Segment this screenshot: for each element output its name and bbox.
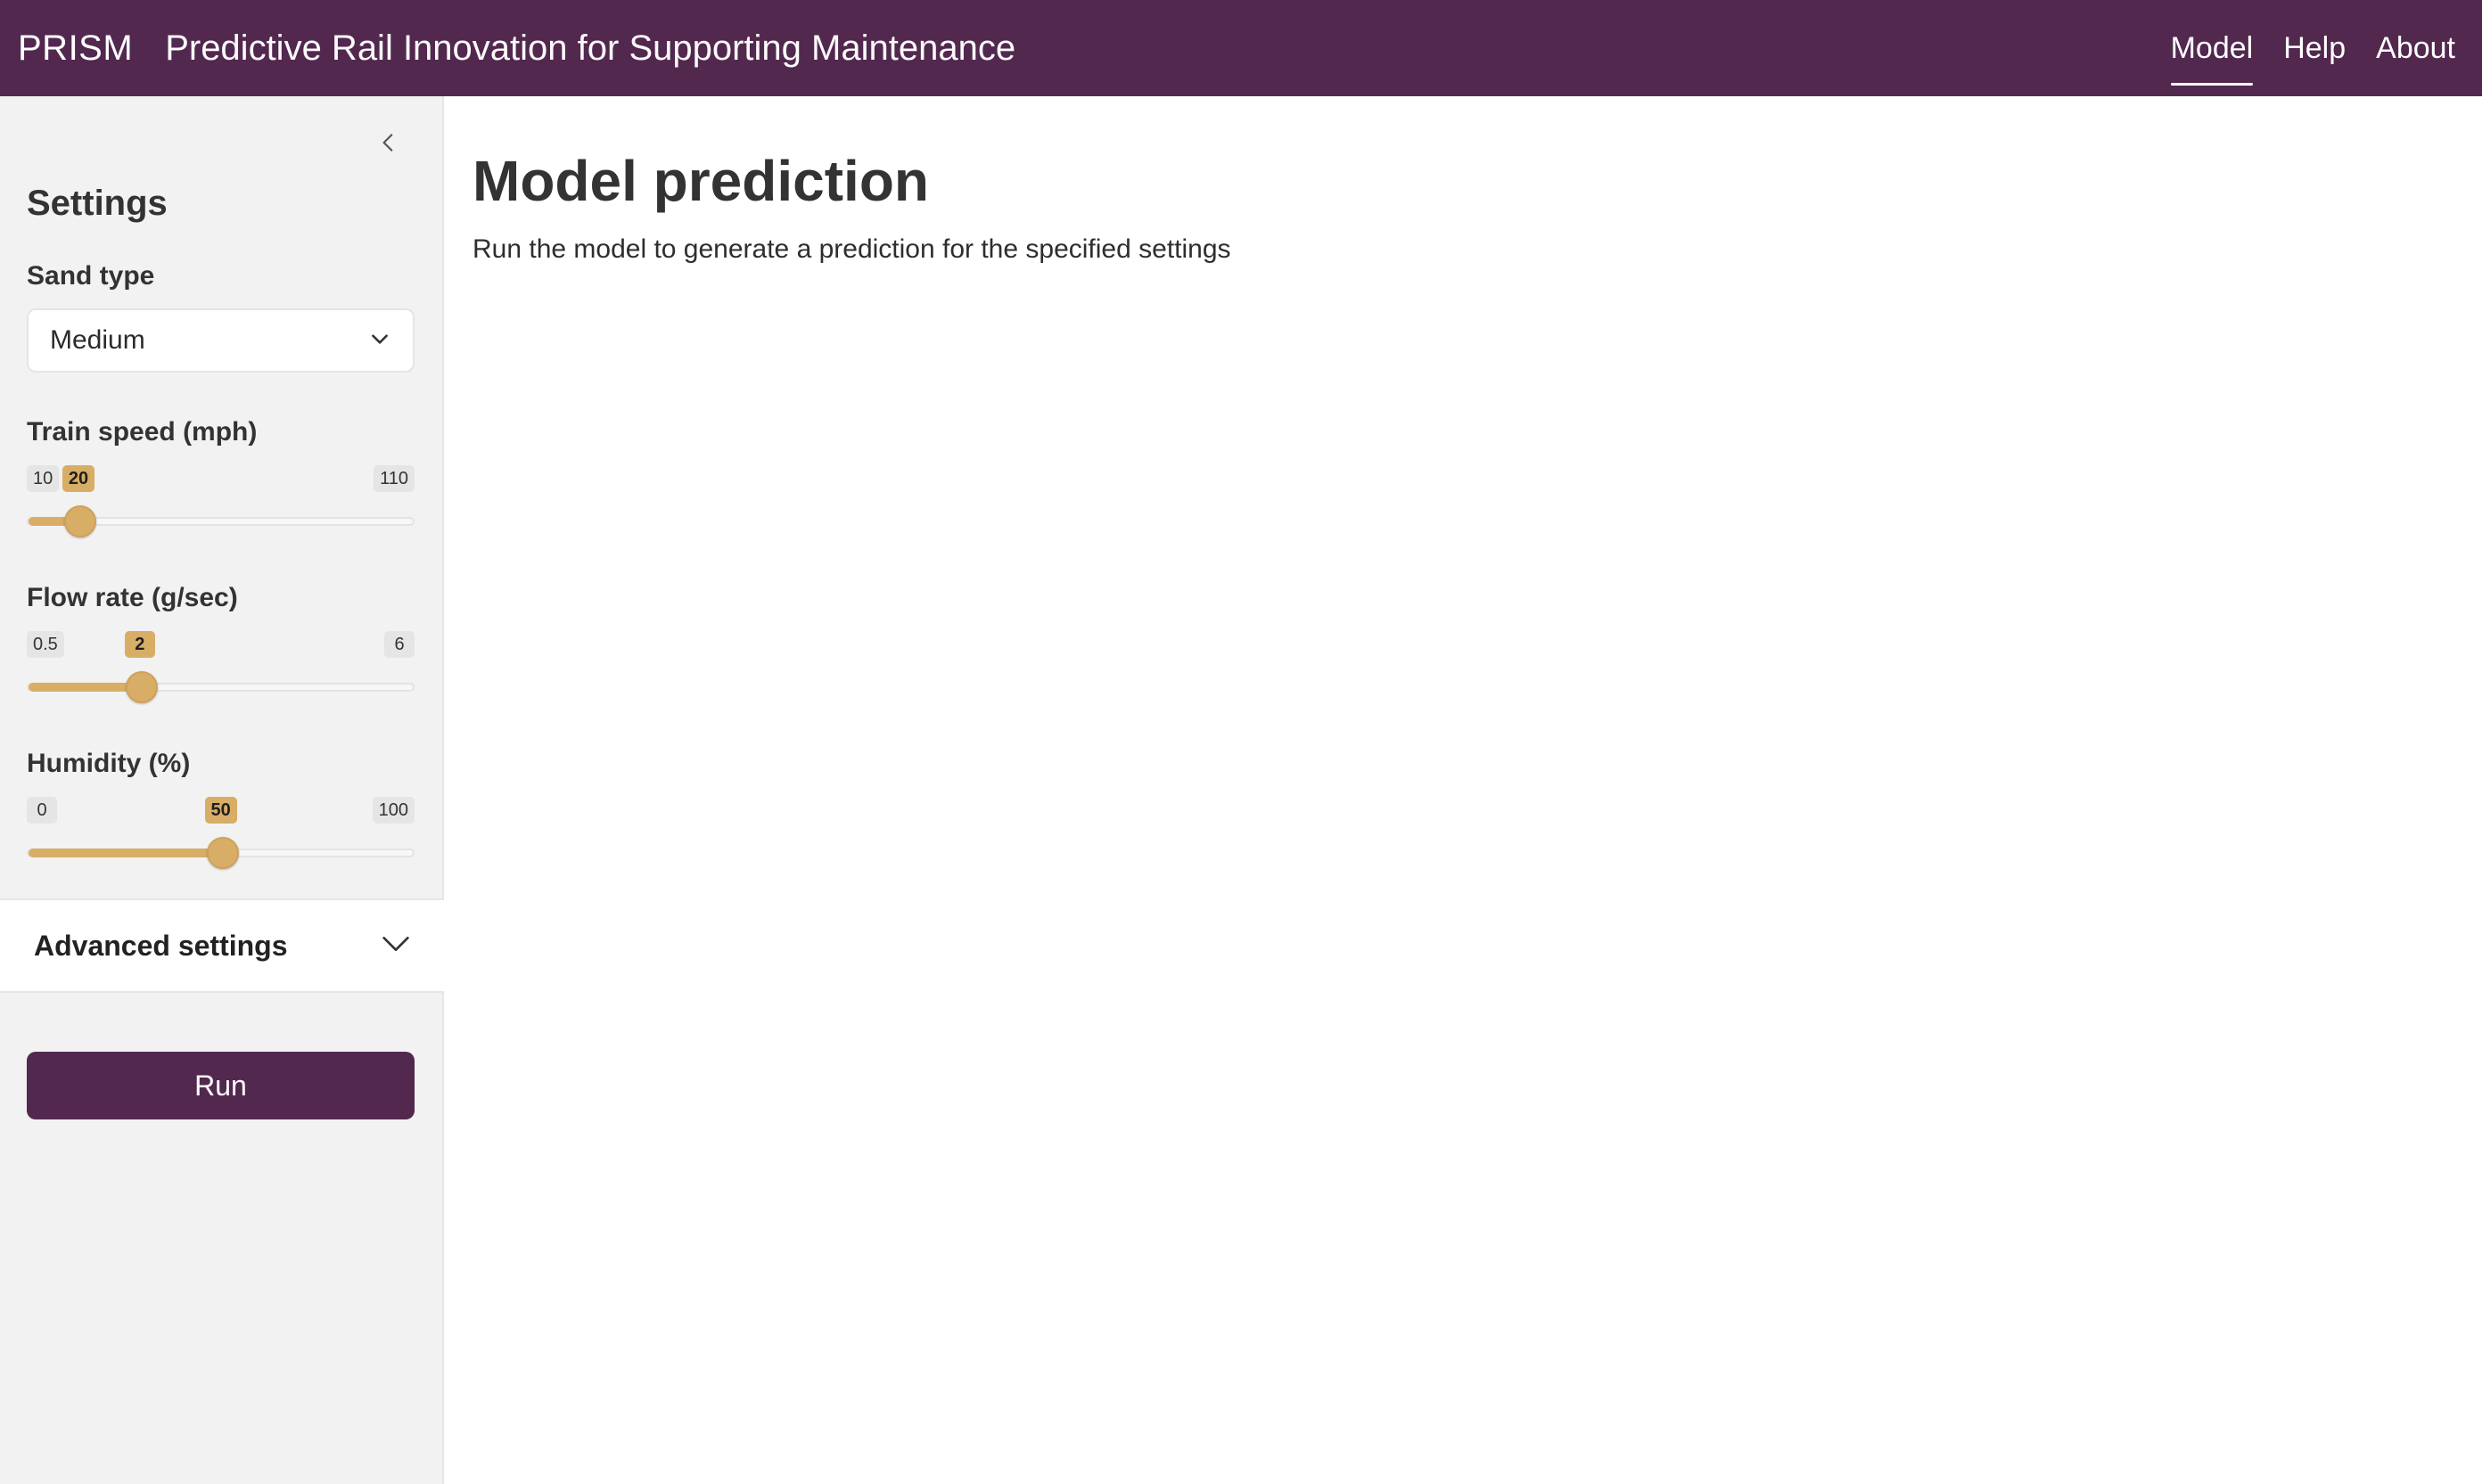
settings-sidebar: Settings Sand type Medium Train speed (m… [0,96,444,1484]
flow-rate-thumb[interactable] [125,671,158,703]
nav-help[interactable]: Help [2283,24,2346,73]
train-speed-min: 10 [27,465,60,492]
flow-rate-slider[interactable]: Flow rate (g/sec) 0.5 2 6 [27,583,415,703]
sand-type-select[interactable]: Medium [27,308,415,373]
chevron-down-icon [378,926,414,966]
brand-logo[interactable]: PRISM [18,29,133,69]
train-speed-track[interactable] [27,505,415,537]
flow-rate-max: 6 [384,631,415,658]
nav-model[interactable]: Model [2170,24,2253,86]
sand-type-value: Medium [50,325,145,355]
page-description: Run the model to generate a prediction f… [473,234,1231,264]
train-speed-value: 20 [62,465,95,492]
flow-rate-value: 2 [124,631,155,658]
sand-type-label: Sand type [27,261,155,291]
run-button[interactable]: Run [27,1052,415,1119]
train-speed-slider[interactable]: Train speed (mph) 10 20 110 [27,417,415,537]
humidity-value: 50 [204,797,237,824]
humidity-fill [29,849,223,857]
train-speed-max: 110 [374,465,415,492]
page-title: Model prediction [473,149,929,213]
advanced-settings-toggle[interactable]: Advanced settings [0,898,444,993]
humidity-label: Humidity (%) [27,749,191,778]
train-speed-label: Train speed (mph) [27,417,258,447]
main-nav: Model Help About [2170,0,2455,96]
flow-rate-fill [29,683,142,692]
main-content: Model prediction Run the model to genera… [446,96,2482,1484]
train-speed-scale: 10 20 110 [27,465,415,496]
humidity-min: 0 [27,797,57,824]
flow-rate-track[interactable] [27,671,415,703]
nav-about[interactable]: About [2376,24,2455,73]
humidity-scale: 0 50 100 [27,797,415,827]
chevron-down-icon [368,327,391,355]
collapse-sidebar-button[interactable] [374,130,403,159]
humidity-slider[interactable]: Humidity (%) 0 50 100 [27,749,415,869]
humidity-thumb[interactable] [206,837,239,869]
humidity-max: 100 [372,797,415,824]
app-subtitle: Predictive Rail Innovation for Supportin… [165,28,1016,68]
advanced-settings-label: Advanced settings [34,929,288,962]
top-navbar: PRISM Predictive Rail Innovation for Sup… [0,0,2482,96]
flow-rate-label: Flow rate (g/sec) [27,583,238,612]
train-speed-thumb[interactable] [63,505,96,537]
settings-title: Settings [27,184,168,223]
flow-rate-scale: 0.5 2 6 [27,631,415,661]
flow-rate-min: 0.5 [27,631,64,658]
chevron-left-icon [377,131,400,159]
humidity-track[interactable] [27,837,415,869]
